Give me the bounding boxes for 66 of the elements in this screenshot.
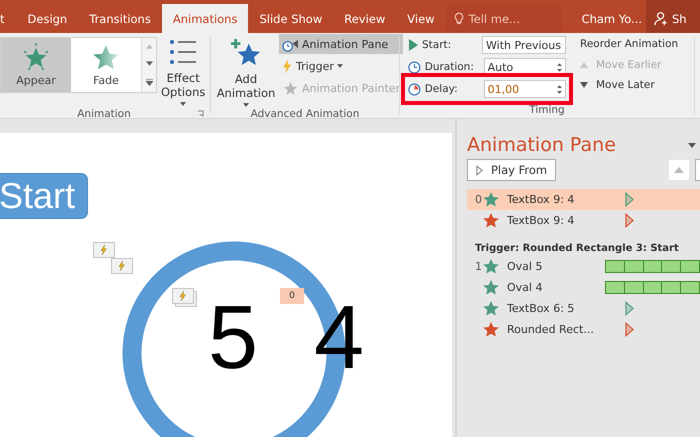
share-button[interactable]: Sh — [646, 0, 700, 33]
group-label: Advanced Animation — [250, 108, 360, 120]
animation-list-item[interactable]: Oval 4 — [467, 277, 700, 298]
animation-list-item[interactable]: 0 TextBox 9: 4 — [467, 189, 700, 210]
ribbon-tab[interactable]: Slide Show — [248, 4, 334, 33]
animation-list-item[interactable]: TextBox 9: 4 — [467, 210, 700, 231]
spinner-icon — [557, 84, 562, 94]
list-icon — [169, 39, 198, 65]
trigger-lightning-icon — [93, 242, 115, 258]
animation-effect-button[interactable]: Fade — [71, 38, 141, 92]
start-label: Start: — [422, 39, 452, 51]
trigger-lightning-icon — [111, 258, 133, 274]
spinner-icon — [557, 62, 562, 72]
user-name[interactable]: Cham Yo... — [582, 4, 642, 33]
star-brush-icon — [282, 80, 299, 96]
move-later-button[interactable]: Move Later — [580, 77, 678, 93]
ribbon-tab[interactable]: Animations — [162, 4, 248, 33]
digit-text: 5 — [208, 293, 258, 383]
timeline-arrow-icon — [625, 322, 634, 337]
gallery-scrollbar[interactable] — [141, 38, 156, 92]
ribbon-tab[interactable]: View — [396, 4, 446, 33]
down-triangle-icon — [580, 82, 588, 88]
star-icon — [92, 44, 120, 70]
move-down-button[interactable] — [695, 159, 700, 181]
timeline-arrow-icon — [625, 213, 634, 228]
more-icon — [146, 78, 152, 86]
clock-icon — [408, 82, 421, 96]
reorder-title: Reorder Animation — [580, 37, 678, 52]
lightbulb-icon — [454, 12, 464, 26]
pane-title: Animation Pane — [467, 134, 616, 156]
ribbon-tab[interactable]: Transitions — [78, 4, 162, 33]
animation-list-item[interactable]: TextBox 6: 5 — [467, 298, 700, 319]
start-dropdown[interactable]: With Previous — [482, 36, 566, 54]
dialog-launcher-icon[interactable] — [197, 110, 204, 117]
scroll-down-icon — [146, 61, 152, 66]
group-label: Animation — [77, 108, 131, 120]
animation-list-item[interactable]: Rounded Rect... — [467, 319, 700, 340]
ribbon-tab[interactable]: Design — [16, 4, 78, 33]
ribbon-tab[interactable]: Review — [333, 4, 396, 33]
lightning-icon — [282, 58, 293, 74]
trigger-lightning-icon — [172, 288, 194, 304]
add-animation-button[interactable]: Add Animation — [213, 34, 279, 108]
scroll-up-icon — [146, 44, 152, 50]
timeline-arrow-icon — [625, 301, 634, 316]
trigger-heading: Trigger: Rounded Rectangle 3: Start — [474, 243, 680, 254]
effect-options-button[interactable]: Effect Options — [157, 37, 210, 108]
delay-label: Delay: — [424, 83, 459, 95]
play-from-button[interactable]: Play From — [467, 159, 556, 181]
ribbon-tab[interactable]: t — [0, 4, 17, 33]
duration-label: Duration: — [424, 61, 475, 73]
tell-me-field[interactable]: Tell me... — [446, 4, 562, 33]
up-triangle-icon — [580, 62, 588, 68]
person-add-icon — [654, 11, 669, 26]
animation-list-item[interactable]: 1 Oval 5 — [467, 256, 700, 277]
up-triangle-icon — [674, 167, 684, 173]
animation-order-tag: 0 — [280, 288, 304, 304]
play-icon — [408, 39, 418, 51]
trigger-button[interactable]: Trigger — [279, 56, 404, 76]
play-icon — [476, 164, 483, 176]
star-plus-icon — [230, 38, 262, 68]
animation-pane-button[interactable]: Animation Pane — [279, 34, 404, 54]
animation-effect-button[interactable]: Appear — [1, 38, 71, 92]
delay-field[interactable]: 01,00 — [484, 80, 566, 98]
timeline-arrow-icon — [625, 192, 634, 207]
clock-icon — [408, 60, 421, 74]
group-label: Timing — [529, 104, 565, 116]
